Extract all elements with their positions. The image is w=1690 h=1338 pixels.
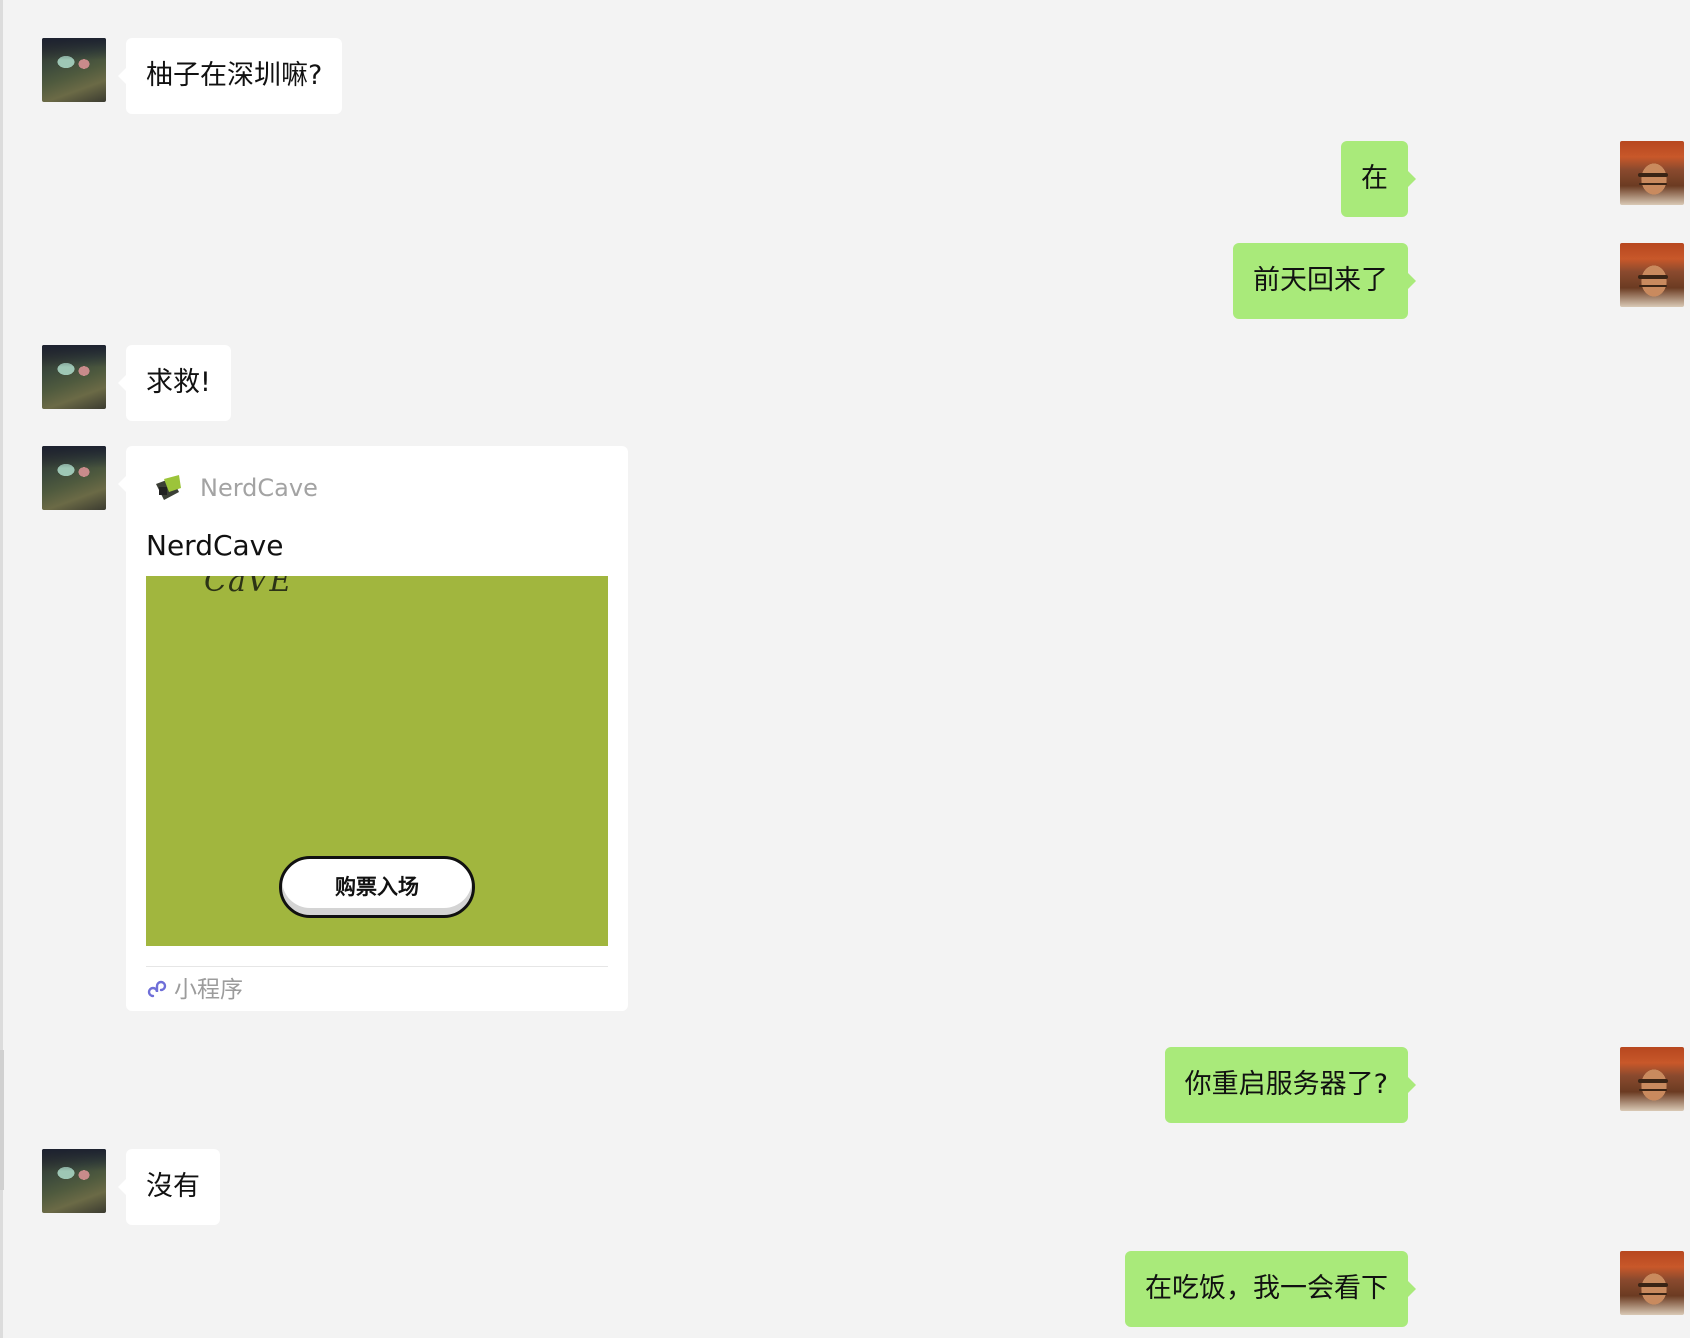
message-bubble-incoming[interactable]: 沒有 xyxy=(118,1149,220,1225)
message-bubble-outgoing[interactable]: 前天回来了 xyxy=(1233,243,1416,319)
friend-avatar[interactable] xyxy=(42,1149,106,1213)
friend-avatar[interactable] xyxy=(42,446,106,510)
card-cover-image[interactable]: CaVE 购票入场 xyxy=(146,576,608,946)
message-bubble-incoming[interactable]: 柚子在深圳嘛? xyxy=(117,38,343,114)
message-bubble-outgoing[interactable]: 在吃饭，我一会看下 xyxy=(1125,1251,1416,1327)
my-avatar[interactable] xyxy=(1620,243,1684,307)
buy-ticket-button[interactable]: 购票入场 xyxy=(279,856,475,918)
message-bubble-outgoing[interactable]: 在 xyxy=(1341,141,1416,217)
card-source-name: NerdCave xyxy=(200,474,318,502)
message-bubble-outgoing[interactable]: 你重启服务器了? xyxy=(1164,1047,1417,1123)
mini-program-icon xyxy=(147,980,167,997)
card-title: NerdCave xyxy=(146,529,284,562)
my-avatar[interactable] xyxy=(1620,1047,1684,1111)
scroll-indicator[interactable] xyxy=(0,1050,4,1190)
card-footer: 小程序 xyxy=(146,972,243,1008)
my-avatar[interactable] xyxy=(1620,1251,1684,1315)
card-divider xyxy=(146,966,608,967)
message-bubble-incoming[interactable]: 求救! xyxy=(118,345,231,421)
my-avatar[interactable] xyxy=(1620,141,1684,205)
mini-program-card[interactable]: NerdCave NerdCave CaVE 购票入场 小程序 xyxy=(118,446,628,1011)
friend-avatar[interactable] xyxy=(42,38,106,102)
nerdcave-logo-icon xyxy=(156,475,181,500)
friend-avatar[interactable] xyxy=(42,345,106,409)
card-image-doodle: CaVE xyxy=(204,576,293,599)
mini-program-label: 小程序 xyxy=(174,977,243,1003)
